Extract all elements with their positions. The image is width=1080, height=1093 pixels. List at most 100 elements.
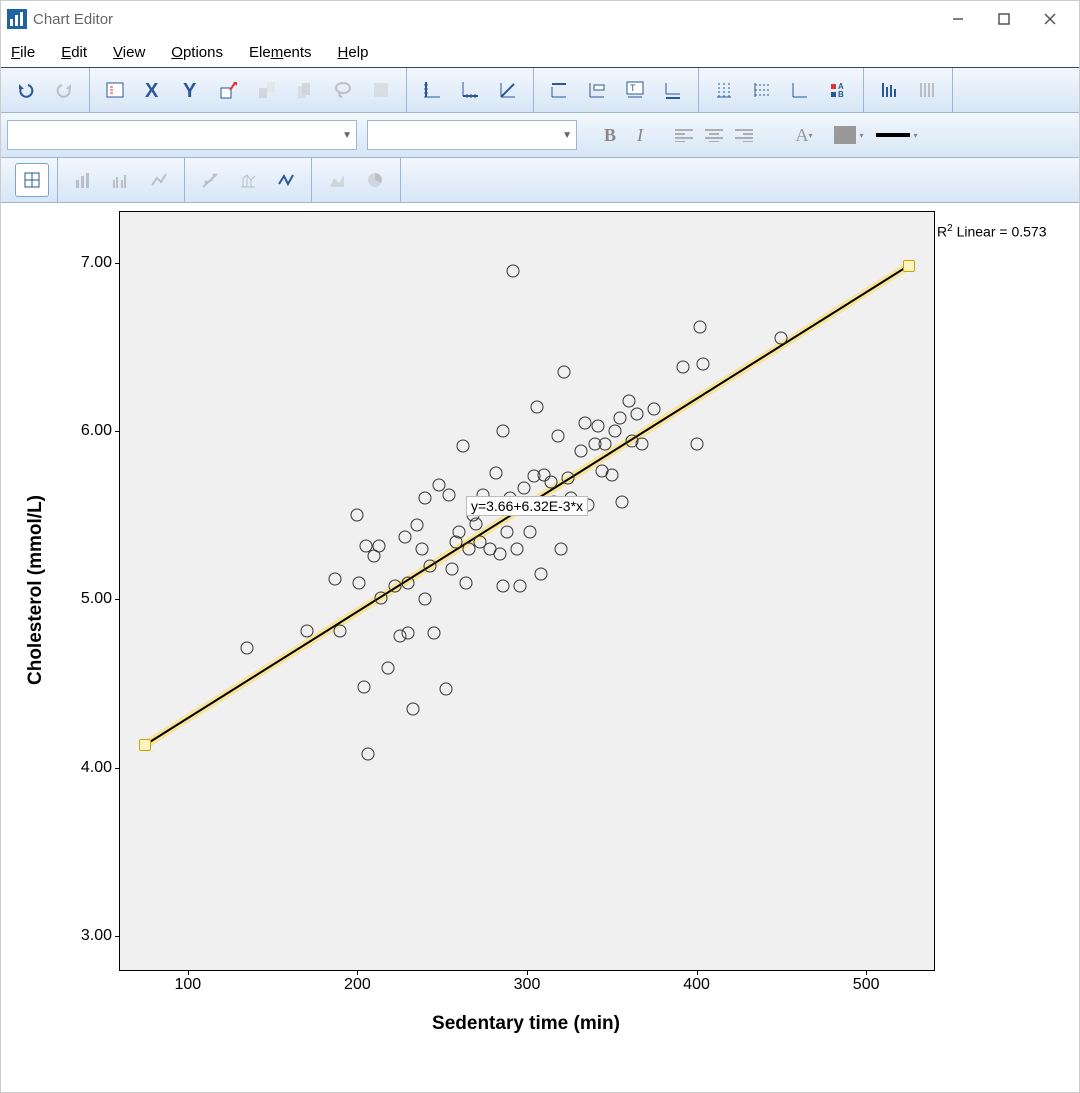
detach-button[interactable] xyxy=(364,73,398,107)
point-id-button[interactable] xyxy=(212,73,246,107)
data-point[interactable] xyxy=(631,408,644,421)
plot-area[interactable]: 3.004.005.006.007.00100200300400500y=3.6… xyxy=(119,211,935,971)
data-point[interactable] xyxy=(500,526,513,539)
line-style-button[interactable]: ▾ xyxy=(871,121,923,149)
font-color-button[interactable]: A▾ xyxy=(789,121,819,149)
show-derived-axis-button[interactable] xyxy=(491,73,525,107)
data-point[interactable] xyxy=(300,625,313,638)
data-point[interactable] xyxy=(351,509,364,522)
fit-line-handle[interactable] xyxy=(139,739,151,751)
data-point[interactable] xyxy=(424,559,437,572)
data-point[interactable] xyxy=(398,531,411,544)
legend-button[interactable]: AB xyxy=(821,73,855,107)
gridlines-y-button[interactable] xyxy=(707,73,741,107)
fit-line-handle[interactable] xyxy=(903,260,915,272)
menu-item[interactable]: Options xyxy=(171,44,223,61)
align-right-button[interactable] xyxy=(729,121,759,149)
data-point[interactable] xyxy=(531,401,544,414)
data-point[interactable] xyxy=(510,542,523,555)
data-point[interactable] xyxy=(415,542,428,555)
data-point[interactable] xyxy=(381,662,394,675)
menu-item[interactable]: Edit xyxy=(61,44,87,61)
data-point[interactable] xyxy=(453,526,466,539)
data-point[interactable] xyxy=(599,438,612,451)
data-point[interactable] xyxy=(497,424,510,437)
data-point[interactable] xyxy=(353,576,366,589)
data-point[interactable] xyxy=(388,579,401,592)
data-point[interactable] xyxy=(402,576,415,589)
show-x-axis-button[interactable] xyxy=(453,73,487,107)
data-point[interactable] xyxy=(592,419,605,432)
y-axis-button[interactable]: Y xyxy=(174,73,208,107)
data-point[interactable] xyxy=(358,681,371,694)
minimize-button[interactable] xyxy=(935,4,981,34)
3d-rotate-button[interactable] xyxy=(288,73,322,107)
data-point[interactable] xyxy=(334,625,347,638)
chart-canvas[interactable]: 3.004.005.006.007.00100200300400500y=3.6… xyxy=(1,203,1079,1092)
data-point[interactable] xyxy=(446,563,459,576)
data-point[interactable] xyxy=(410,519,423,532)
data-point[interactable] xyxy=(493,547,506,560)
data-point[interactable] xyxy=(419,492,432,505)
data-point[interactable] xyxy=(551,430,564,443)
transpose-button[interactable] xyxy=(250,73,284,107)
data-point[interactable] xyxy=(514,579,527,592)
data-point[interactable] xyxy=(697,357,710,370)
x-axis-label[interactable]: Sedentary time (min) xyxy=(432,1013,620,1035)
binned-scatter-button[interactable] xyxy=(15,163,49,197)
fill-color-button[interactable]: ▾ xyxy=(827,121,871,149)
bold-button[interactable]: B xyxy=(595,121,625,149)
data-point[interactable] xyxy=(636,438,649,451)
data-point[interactable] xyxy=(329,573,342,586)
data-point[interactable] xyxy=(534,568,547,581)
data-point[interactable] xyxy=(241,642,254,655)
data-point[interactable] xyxy=(517,482,530,495)
data-point[interactable] xyxy=(459,576,472,589)
footnote-button[interactable] xyxy=(656,73,690,107)
lasso-button[interactable] xyxy=(326,73,360,107)
bar-chart-button[interactable] xyxy=(66,163,100,197)
data-point[interactable] xyxy=(419,593,432,606)
data-point[interactable] xyxy=(456,440,469,453)
data-point[interactable] xyxy=(439,682,452,695)
data-point[interactable] xyxy=(622,394,635,407)
text-box-button[interactable]: T xyxy=(618,73,652,107)
italic-button[interactable]: I xyxy=(625,121,655,149)
data-point[interactable] xyxy=(690,438,703,451)
align-left-button[interactable] xyxy=(669,121,699,149)
maximize-button[interactable] xyxy=(981,4,1027,34)
data-point[interactable] xyxy=(407,702,420,715)
x-axis-button[interactable]: X xyxy=(136,73,170,107)
data-point[interactable] xyxy=(558,366,571,379)
data-point[interactable] xyxy=(402,627,415,640)
data-point[interactable] xyxy=(605,468,618,481)
data-point[interactable] xyxy=(615,495,628,508)
annotation-button[interactable] xyxy=(580,73,614,107)
properties-button[interactable] xyxy=(98,73,132,107)
explode-slice-button[interactable] xyxy=(910,73,944,107)
clustered-bar-button[interactable] xyxy=(104,163,138,197)
data-point[interactable] xyxy=(524,526,537,539)
data-point[interactable] xyxy=(361,748,374,761)
spike-button[interactable] xyxy=(231,163,265,197)
gridlines-x-button[interactable] xyxy=(745,73,779,107)
redo-button[interactable] xyxy=(47,73,81,107)
pie-chart-button[interactable] xyxy=(358,163,392,197)
show-y-axis-button[interactable] xyxy=(415,73,449,107)
data-point[interactable] xyxy=(575,445,588,458)
data-point[interactable] xyxy=(490,467,503,480)
font-name-dropdown[interactable]: ▼ xyxy=(7,120,357,150)
title-button[interactable] xyxy=(542,73,576,107)
menu-item[interactable]: View xyxy=(113,44,145,61)
fit-equation-label[interactable]: y=3.66+6.32E-3*x xyxy=(466,496,588,516)
close-button[interactable] xyxy=(1027,4,1073,34)
undo-button[interactable] xyxy=(9,73,43,107)
align-center-button[interactable] xyxy=(699,121,729,149)
data-point[interactable] xyxy=(373,539,386,552)
data-point[interactable] xyxy=(561,472,574,485)
gridlines-none-button[interactable] xyxy=(783,73,817,107)
data-point[interactable] xyxy=(442,488,455,501)
data-point[interactable] xyxy=(544,475,557,488)
menu-item[interactable]: File xyxy=(11,44,35,61)
data-point[interactable] xyxy=(677,360,690,373)
